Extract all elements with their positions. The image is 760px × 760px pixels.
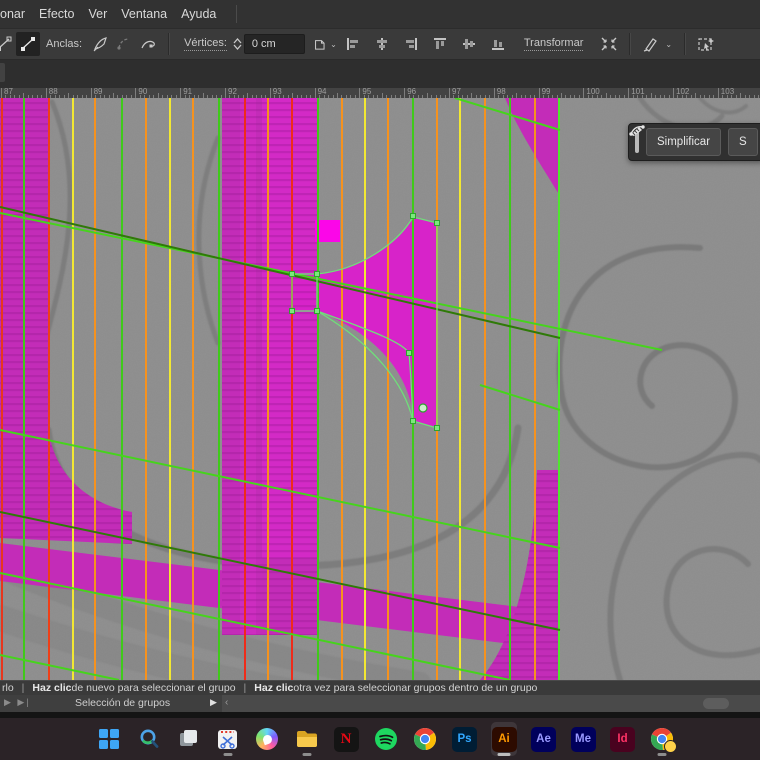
after-effects-icon: Ae: [531, 726, 556, 752]
shear-tool-icon[interactable]: [639, 32, 663, 56]
folder-icon: [296, 730, 317, 747]
canvas-viewport[interactable]: Simplificar S: [0, 98, 760, 680]
artboard-dropdown-icon[interactable]: ⌄: [313, 32, 337, 56]
task-view-icon: [180, 730, 197, 746]
netflix-icon: N: [333, 726, 359, 752]
canvas-artwork[interactable]: [0, 98, 760, 680]
status-hint-bar: rlo | Haz clic de nuevo para seleccionar…: [0, 680, 760, 695]
menu-item-ventana[interactable]: Ventana: [121, 7, 181, 21]
photoshop-icon: Ps: [452, 726, 477, 752]
smooth-curve-node-icon[interactable]: [136, 32, 160, 56]
align-bottom-icon[interactable]: [486, 32, 510, 56]
convert-anchor-corner-icon[interactable]: [0, 32, 16, 56]
panel-stub[interactable]: [0, 63, 5, 82]
spotify-button[interactable]: [373, 722, 399, 756]
menu-separator: [236, 5, 238, 23]
simplify-floating-panel: Simplificar S: [628, 123, 760, 161]
status-hint1-bold: Haz clic: [32, 682, 72, 694]
chrome-icon: [414, 728, 436, 750]
align-center-horizontal-icon[interactable]: [370, 32, 394, 56]
menu-item-seleccionar-cut[interactable]: onar: [0, 7, 39, 21]
align-center-vertical-icon[interactable]: [457, 32, 481, 56]
options-bar: Anclas: Vértices: 0 cm ⌄ Transformar ⌄: [0, 28, 760, 60]
illustrator-window: onar Efecto Ver Ventana Ayuda Anclas: Vé…: [0, 0, 760, 760]
menu-item-ver[interactable]: Ver: [88, 7, 121, 21]
collapse-arrows-icon[interactable]: [597, 32, 621, 56]
align-group: [341, 32, 510, 56]
menu-bar: onar Efecto Ver Ventana Ayuda: [0, 0, 760, 28]
copilot-icon: [256, 728, 278, 750]
document-tab-strip: [0, 60, 760, 88]
status-tool-bar: ▶ ▶| Selección de grupos ▶ ‹: [0, 695, 760, 712]
task-view-button[interactable]: [175, 722, 201, 756]
curve-handle-icon[interactable]: [112, 32, 136, 56]
smooth-brush-label: S: [739, 136, 747, 148]
options-separator: [629, 33, 632, 55]
indesign-icon: Id: [610, 726, 635, 752]
select-similar-icon[interactable]: [694, 32, 718, 56]
chevron-down-icon[interactable]: ⌄: [665, 40, 672, 49]
active-indicator: [497, 753, 511, 756]
horizontal-scrollbar[interactable]: ‹: [222, 695, 760, 712]
after-effects-button[interactable]: Ae: [531, 722, 557, 756]
status-hint2: otra vez para seleccionar grupos dentro …: [293, 682, 538, 694]
media-encoder-button[interactable]: Me: [570, 722, 596, 756]
windows-logo-icon: [99, 729, 119, 749]
simplify-label: Simplificar: [657, 136, 711, 148]
status-pipe: |: [21, 682, 25, 694]
search-button[interactable]: [136, 722, 162, 756]
snipping-tool-icon: [218, 729, 237, 749]
status-pipe: |: [243, 682, 247, 694]
status-fragment: rlo: [2, 682, 14, 694]
menu-item-efecto[interactable]: Efecto: [39, 7, 88, 21]
snipping-tool-button[interactable]: [215, 722, 241, 756]
chrome-button[interactable]: [412, 722, 438, 756]
vertices-stepper[interactable]: [233, 38, 242, 50]
options-separator: [684, 33, 687, 55]
convert-anchor-smooth-icon[interactable]: [16, 32, 40, 56]
remove-anchor-pen-icon[interactable]: [88, 32, 112, 56]
file-explorer-button[interactable]: [294, 722, 320, 756]
illustrator-icon: Ai: [491, 726, 517, 752]
illustrator-button[interactable]: Ai: [491, 722, 517, 756]
running-indicator: [223, 753, 232, 756]
align-top-icon[interactable]: [428, 32, 452, 56]
chrome-profile-button[interactable]: [649, 722, 677, 756]
vertices-label[interactable]: Vértices:: [184, 37, 227, 51]
windows-taskbar: N Ps Ai Ae Me Id: [0, 718, 760, 760]
options-separator: [168, 33, 171, 55]
brush-icon: [631, 127, 642, 136]
taskbar-icons: N Ps Ai Ae Me Id: [96, 722, 677, 756]
spotify-icon: [374, 728, 397, 750]
chevron-down-icon: ⌄: [330, 39, 337, 49]
netflix-button[interactable]: N: [333, 722, 359, 756]
vertices-input[interactable]: 0 cm: [243, 34, 305, 54]
media-encoder-icon: Me: [570, 726, 596, 752]
current-tool-label: Selección de grupos: [75, 697, 171, 709]
scroll-left-icon[interactable]: ‹: [225, 697, 228, 708]
menu-item-ayuda[interactable]: Ayuda: [181, 7, 230, 21]
start-button[interactable]: [96, 722, 122, 756]
status-hint1: de nuevo para seleccionar el grupo: [71, 682, 236, 694]
status-hint2-bold: Haz clic: [254, 682, 294, 694]
align-left-icon[interactable]: [341, 32, 365, 56]
indesign-button[interactable]: Id: [610, 722, 636, 756]
smooth-brush-button[interactable]: S: [631, 127, 758, 156]
transform-link[interactable]: Transformar: [523, 37, 584, 51]
copilot-button[interactable]: [254, 722, 280, 756]
align-right-icon[interactable]: [399, 32, 423, 56]
status-expand-icon[interactable]: ▶: [210, 697, 217, 708]
artboard-nav-icons[interactable]: ▶ ▶|: [4, 697, 31, 708]
anchors-label: Anclas:: [46, 38, 83, 50]
simplify-button[interactable]: Simplificar: [629, 125, 722, 156]
search-icon: [140, 729, 158, 748]
running-indicator: [657, 753, 667, 756]
profile-badge: [664, 740, 677, 753]
scrollbar-thumb[interactable]: [703, 698, 729, 709]
running-indicator: [302, 753, 311, 756]
photoshop-button[interactable]: Ps: [452, 722, 478, 756]
